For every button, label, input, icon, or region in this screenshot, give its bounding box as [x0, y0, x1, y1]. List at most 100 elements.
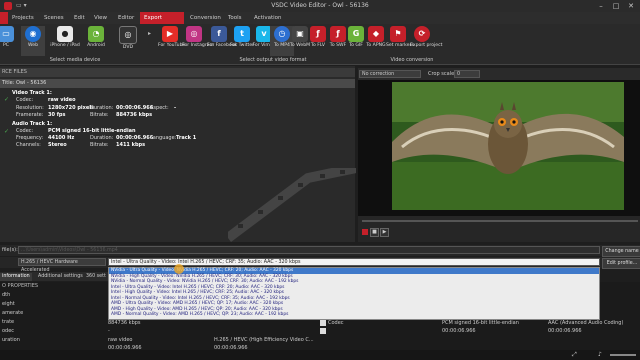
prop-label: odec	[2, 328, 15, 334]
edit-profile-button[interactable]: Edit profile...	[602, 258, 640, 269]
flv-icon: ƒ	[310, 26, 326, 42]
audio-check-icon: ✓	[4, 128, 10, 135]
video-check-icon: ✓	[4, 96, 10, 103]
tab-activation[interactable]: Activation	[250, 12, 286, 24]
prop-label: uration	[2, 337, 20, 343]
tab-edit[interactable]: Edit	[70, 12, 89, 24]
audio-codec-label: Codec:	[16, 128, 34, 134]
fullscreen-icon[interactable]: ⤢	[572, 351, 577, 359]
channels-value: Stereo	[48, 142, 67, 148]
file-menu-button[interactable]	[0, 12, 8, 24]
monitor-icon: ▭	[0, 26, 14, 42]
maximize-icon[interactable]: □	[609, 0, 623, 12]
correction-select[interactable]: No correction	[359, 70, 421, 78]
media-group-label: Select media device	[49, 57, 101, 63]
duration-label: Duration:	[90, 105, 114, 111]
tab-additional-settings[interactable]: Additional settings	[36, 273, 85, 281]
source-file-title[interactable]: Title: Owl - 56136	[0, 79, 355, 88]
format-instagram-button[interactable]: ◎ For Instagram	[182, 26, 214, 56]
prop-value: -	[108, 328, 110, 334]
device-iphone-button[interactable]: ● iPhone / iPad	[50, 26, 80, 56]
duration-row-icon	[320, 328, 326, 334]
codec-value: raw video	[48, 97, 76, 103]
record-icon[interactable]	[362, 229, 368, 235]
audio-duration-label: Duration:	[90, 135, 114, 141]
audio-bitrate-value: 1411 kbps	[116, 142, 146, 148]
format-apng-button[interactable]: ◆ To APNG	[364, 26, 388, 56]
file-path-input[interactable]: ...\Users\admin\Videos\Owl - 56136.mp4	[18, 246, 600, 254]
resolution-label: Resolution:	[16, 105, 44, 111]
framerate-value: 30 fps	[48, 112, 66, 118]
tab-information[interactable]: information	[0, 273, 32, 281]
file-label: file(s):	[2, 247, 18, 253]
film-strip-icon	[228, 168, 356, 242]
volume-icon[interactable]: ♪	[598, 351, 602, 358]
minimize-icon[interactable]: –	[594, 0, 608, 12]
scroll-right-icon[interactable]: ▸	[148, 30, 154, 37]
format-twitter-button[interactable]: t For Twitter	[230, 26, 254, 56]
tab-export-project[interactable]: Export project	[140, 12, 184, 33]
change-name-button[interactable]: Change name	[602, 246, 640, 257]
dvd-icon: ◎	[119, 26, 137, 44]
right-codec-value2: AAC (Advanced Audio Coding)	[548, 320, 624, 326]
codec-select[interactable]: H.265 / HEVC Hardware Accelerated	[18, 258, 106, 273]
format-youtube-button[interactable]: ▶ For YouTube	[158, 26, 185, 56]
crop-scale-select[interactable]: 0	[454, 70, 480, 78]
aspect-label: Aspect:	[150, 105, 169, 111]
audio-codec-value: PCM signed 16-bit little-endian	[48, 128, 136, 134]
export-icon: ⟳	[414, 26, 430, 42]
device-android-button[interactable]: ◔ Android	[84, 26, 108, 56]
tab-conversion[interactable]: Conversion	[186, 12, 225, 24]
tab-scenes[interactable]: Scenes	[40, 12, 68, 24]
profile-dropdown-list: NVidia - Ultra Quality - Video: NVidia H…	[108, 267, 600, 320]
tab-projects[interactable]: Projects	[8, 12, 38, 24]
language-value: Track 1	[176, 135, 197, 141]
gif-icon: G	[348, 26, 364, 42]
status-bar	[0, 350, 640, 360]
device-web-button[interactable]: ◉ Web	[21, 26, 45, 56]
set-markers-button[interactable]: ⚑ Set markers	[386, 26, 414, 56]
device-dvd-button[interactable]: ◎ DVD	[116, 26, 140, 56]
audio-track-label: Audio Track 1:	[12, 121, 53, 127]
conversion-group-label: Video conversion	[390, 57, 434, 63]
resolution-value: 1280x720 pixels	[48, 105, 94, 111]
prop-label: trate	[2, 319, 15, 325]
language-label: Language:	[150, 135, 177, 141]
export-project-button[interactable]: ⟳ Export project	[410, 26, 442, 56]
prop-value: raw video	[108, 337, 133, 343]
device-pc-button[interactable]: ▭ PC	[0, 26, 18, 56]
source-files-header: RCE FILES	[0, 68, 355, 77]
quick-toolbar[interactable]: ▭ ▾	[16, 1, 40, 11]
format-group-label: Select output video format	[239, 57, 307, 63]
frequency-label: Frequency:	[16, 135, 44, 141]
seek-bar[interactable]	[362, 220, 638, 222]
prop-label: eight	[2, 301, 15, 307]
codec-row-icon	[320, 320, 326, 326]
apng-icon: ◆	[368, 26, 384, 42]
tab-editor[interactable]: Editor	[114, 12, 138, 24]
marker-icon: ⚑	[390, 26, 406, 42]
close-icon[interactable]: ✕	[624, 0, 638, 12]
android-icon: ◔	[88, 26, 104, 42]
dropdown-item[interactable]: AMD - Normal Quality - Video: AMD H.265 …	[109, 312, 599, 318]
window-title: VSDC Video Editor - Owl - 56136	[271, 2, 369, 9]
globe-icon: ◉	[25, 26, 41, 42]
video-track-label: Video Track 1:	[12, 90, 52, 96]
duration-value: 00:00:06.966	[116, 105, 154, 111]
bitrate-label: Bitrate:	[90, 112, 109, 118]
app-logo-icon	[4, 2, 12, 10]
crop-label: Crop scale:	[428, 71, 456, 77]
play-icon[interactable]: ▶	[380, 228, 389, 237]
twitter-icon: t	[234, 26, 250, 42]
stop-icon[interactable]: ■	[370, 228, 379, 237]
format-facebook-button[interactable]: f For Facebook	[207, 26, 237, 56]
tab-view[interactable]: View	[90, 12, 111, 24]
tab-360-settings[interactable]: 360 sett	[84, 273, 108, 281]
right-codec-value: PCM signed 16-bit little-endian	[442, 320, 519, 326]
facebook-icon: f	[211, 26, 227, 42]
aspect-value: -	[174, 105, 177, 111]
volume-slider[interactable]	[610, 354, 636, 356]
video-bitrate-value: 884736 kbps	[116, 112, 153, 118]
tab-tools[interactable]: Tools	[224, 12, 246, 24]
youtube-icon: ▶	[162, 26, 178, 42]
